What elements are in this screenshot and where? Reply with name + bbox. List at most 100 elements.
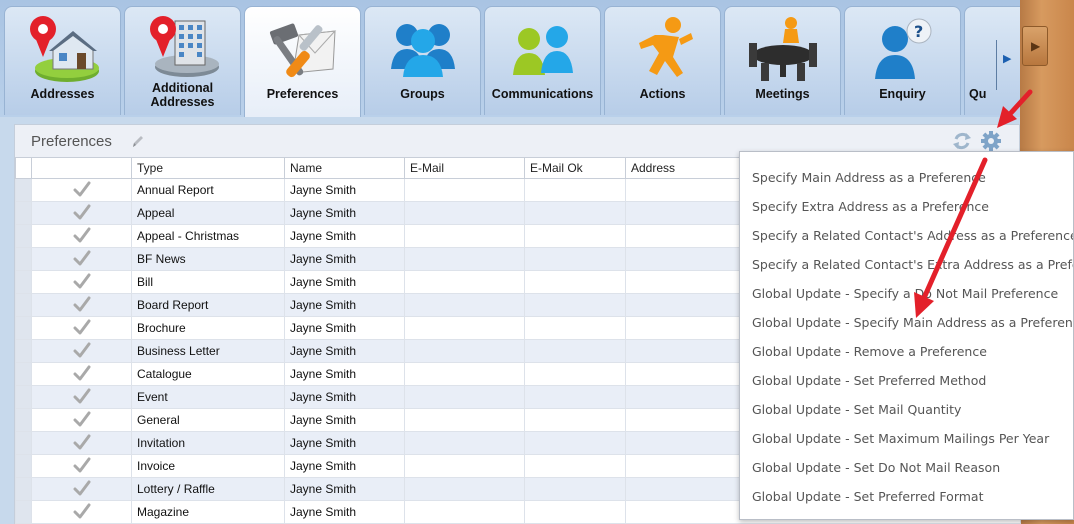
- row-selector[interactable]: [15, 339, 32, 363]
- name-cell: Jayne Smith: [284, 454, 405, 478]
- column-header-name[interactable]: Name: [284, 157, 405, 179]
- name-cell: Jayne Smith: [284, 201, 405, 225]
- checkmark-icon: [73, 250, 91, 269]
- row-selector[interactable]: [15, 477, 32, 501]
- row-status-cell: [31, 224, 132, 248]
- type-cell: Catalogue: [131, 362, 285, 386]
- email-ok-cell: [524, 339, 626, 363]
- menu-item[interactable]: Global Update - Specify Main Address as …: [752, 315, 1073, 330]
- checkmark-icon: [73, 204, 91, 223]
- name-cell: Jayne Smith: [284, 408, 405, 432]
- menu-item[interactable]: Specify a Related Contact's Address as a…: [752, 228, 1073, 243]
- menu-item[interactable]: Global Update - Specify a Do Not Mail Pr…: [752, 286, 1058, 301]
- email-cell: [404, 362, 525, 386]
- row-selector[interactable]: [15, 224, 32, 248]
- name-cell: Jayne Smith: [284, 224, 405, 248]
- row-status-cell: [31, 270, 132, 294]
- tab-communications[interactable]: Communications: [484, 6, 601, 115]
- tab-label: Enquiry: [879, 87, 926, 101]
- menu-item[interactable]: Global Update - Set Preferred Format: [752, 489, 983, 504]
- checkmark-icon: [73, 411, 91, 430]
- tab-enquiry[interactable]: ? Enquiry: [844, 6, 961, 115]
- tab-additional-addresses[interactable]: Additional Addresses: [124, 6, 241, 115]
- row-selector[interactable]: [15, 454, 32, 478]
- menu-item[interactable]: Global Update - Set Do Not Mail Reason: [752, 460, 1000, 475]
- checkmark-icon: [73, 319, 91, 338]
- row-selector[interactable]: [15, 500, 32, 524]
- email-ok-cell: [524, 500, 626, 524]
- column-header-type[interactable]: Type: [131, 157, 285, 179]
- side-panel-toggle[interactable]: ▶: [1022, 26, 1048, 66]
- checkmark-icon: [73, 457, 91, 476]
- row-selector[interactable]: [15, 316, 32, 340]
- building-pin-icon: [143, 13, 223, 79]
- tab-partial[interactable]: Qu: [964, 6, 1024, 115]
- tab-preferences[interactable]: Preferences: [244, 6, 361, 117]
- email-ok-cell: [524, 247, 626, 271]
- tab-meetings[interactable]: Meetings: [724, 6, 841, 115]
- tab-label: Addresses: [30, 87, 95, 101]
- name-cell: Jayne Smith: [284, 178, 405, 202]
- name-cell: Jayne Smith: [284, 431, 405, 455]
- checkmark-icon: [73, 434, 91, 453]
- communication-people-icon: [503, 13, 583, 85]
- menu-item[interactable]: Specify Extra Address as a Preference: [752, 199, 989, 214]
- row-selector[interactable]: [15, 293, 32, 317]
- checkmark-icon: [73, 181, 91, 200]
- menu-item[interactable]: Specify a Related Contact's Extra Addres…: [752, 257, 1073, 272]
- row-status-cell: [31, 454, 132, 478]
- meeting-table-icon: [743, 13, 823, 85]
- menu-item[interactable]: Global Update - Set Maximum Mailings Per…: [752, 431, 1049, 446]
- column-header-email[interactable]: E-Mail: [404, 157, 525, 179]
- menu-item[interactable]: Global Update - Set Preferred Method: [752, 373, 986, 388]
- tab-groups[interactable]: Groups: [364, 6, 481, 115]
- type-cell: General: [131, 408, 285, 432]
- menu-item[interactable]: Global Update - Remove a Preference: [752, 344, 987, 359]
- column-header-email-ok[interactable]: E-Mail Ok: [524, 157, 626, 179]
- name-cell: Jayne Smith: [284, 247, 405, 271]
- type-cell: Event: [131, 385, 285, 409]
- chevron-right-icon: ▶: [1031, 39, 1041, 53]
- tab-label: Preferences: [266, 87, 339, 101]
- type-cell: Appeal - Christmas: [131, 224, 285, 248]
- tab-actions[interactable]: Actions: [604, 6, 721, 115]
- email-ok-cell: [524, 385, 626, 409]
- row-selector[interactable]: [15, 385, 32, 409]
- menu-item[interactable]: Specify Main Address as a Preference: [752, 170, 986, 185]
- email-cell: [404, 408, 525, 432]
- row-selector[interactable]: [15, 201, 32, 225]
- name-cell: Jayne Smith: [284, 362, 405, 386]
- email-cell: [404, 339, 525, 363]
- email-cell: [404, 385, 525, 409]
- svg-text:?: ?: [914, 22, 923, 41]
- group-people-icon: [383, 13, 463, 85]
- name-cell: Jayne Smith: [284, 270, 405, 294]
- tab-scroll-right-icon[interactable]: ▶: [1003, 52, 1011, 65]
- name-cell: Jayne Smith: [284, 477, 405, 501]
- pencil-icon[interactable]: [131, 133, 145, 153]
- tab-label: Actions: [639, 87, 686, 101]
- column-header-status[interactable]: [31, 157, 132, 179]
- row-status-cell: [31, 201, 132, 225]
- row-selector[interactable]: [15, 247, 32, 271]
- row-selector[interactable]: [15, 408, 32, 432]
- row-selector[interactable]: [15, 362, 32, 386]
- email-cell: [404, 477, 525, 501]
- email-ok-cell: [524, 316, 626, 340]
- panel-title: Preferences: [31, 133, 112, 150]
- row-status-cell: [31, 178, 132, 202]
- email-ok-cell: [524, 201, 626, 225]
- email-ok-cell: [524, 270, 626, 294]
- settings-dropdown-menu: Specify Main Address as a Preference Spec…: [739, 151, 1074, 520]
- row-selector[interactable]: [15, 178, 32, 202]
- type-cell: Business Letter: [131, 339, 285, 363]
- tab-addresses[interactable]: Addresses: [4, 6, 121, 115]
- email-cell: [404, 500, 525, 524]
- menu-item[interactable]: Global Update - Set Mail Quantity: [752, 402, 961, 417]
- email-ok-cell: [524, 408, 626, 432]
- person-question-icon: ?: [863, 13, 943, 85]
- email-cell: [404, 178, 525, 202]
- row-selector[interactable]: [15, 270, 32, 294]
- row-selector[interactable]: [15, 431, 32, 455]
- row-status-cell: [31, 339, 132, 363]
